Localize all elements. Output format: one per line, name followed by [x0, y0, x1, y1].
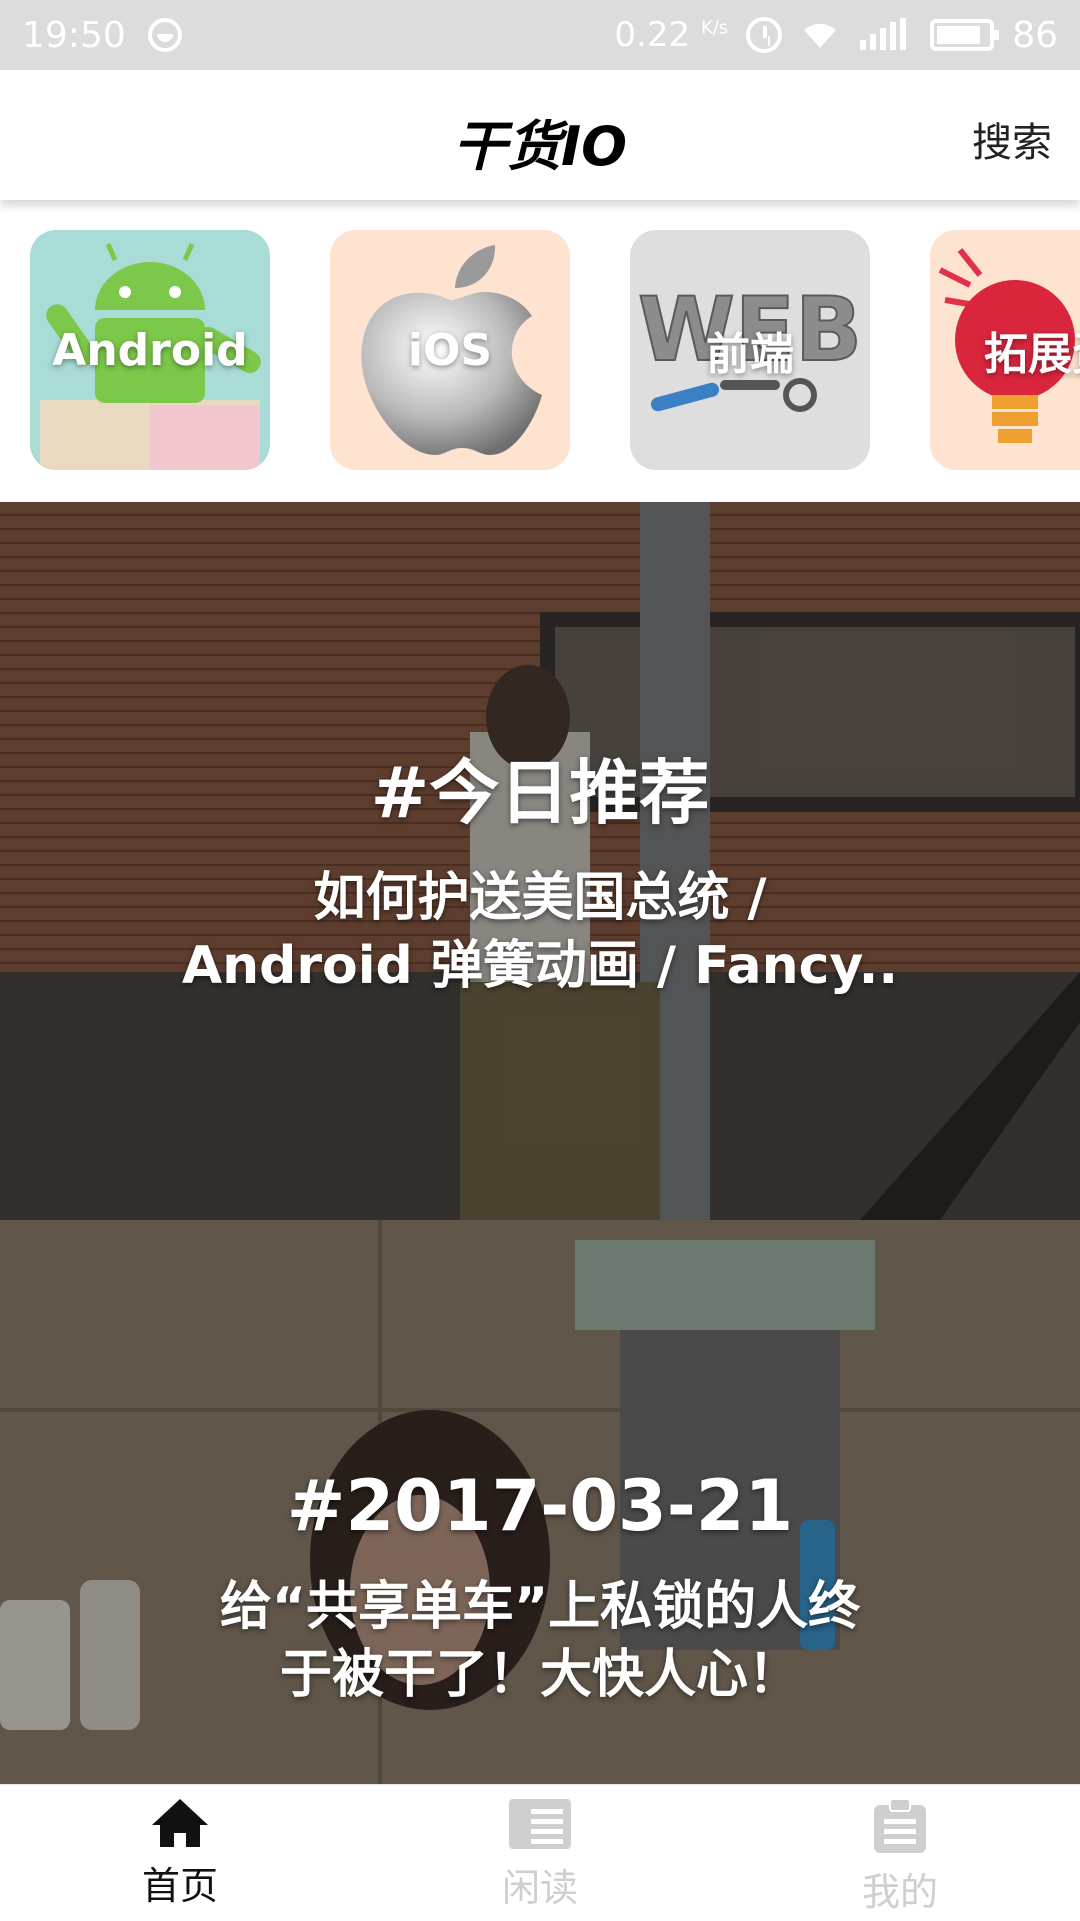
card-desc-line: 给“共享单车”上私锁的人终: [219, 1577, 861, 1637]
category-android[interactable]: Android: [30, 230, 270, 470]
app-header: 干货IO 搜索: [0, 70, 1080, 200]
bottom-navigation: 首页 闲读 我的: [0, 1784, 1080, 1921]
category-web[interactable]: WEB 前端: [630, 230, 870, 470]
tab-mine[interactable]: 我的: [720, 1785, 1080, 1921]
signal-icon: [858, 18, 912, 52]
card-desc-line: Android 弹簧动画 / Fancy..: [181, 936, 899, 996]
tab-label: 闲读: [501, 1866, 578, 1910]
tab-label: 我的: [861, 1870, 938, 1914]
feed-card-today[interactable]: #今日推荐 如何护送美国总统 / Android 弹簧动画 / Fancy..: [0, 502, 1080, 1220]
network-speed: 0.22 K/s: [614, 15, 729, 55]
battery-icon: [930, 19, 1000, 51]
home-icon: [152, 1799, 208, 1847]
category-extension[interactable]: 拓展资: [930, 230, 1080, 470]
battery-level: 86: [1012, 14, 1058, 56]
search-button[interactable]: 搜索: [972, 110, 1052, 168]
card-desc-line: 于被干了！大快人心！: [279, 1645, 800, 1705]
category-label: 前端: [706, 329, 794, 380]
category-label: Android: [52, 324, 248, 376]
app-title: 干货IO: [453, 115, 627, 178]
notification-icon: [147, 18, 182, 52]
clipboard-icon: [874, 1798, 926, 1853]
category-strip[interactable]: Android iOS WEB 前端 拓展: [0, 230, 1080, 470]
category-label: iOS: [407, 324, 493, 376]
card-tag: #今日推荐: [370, 752, 710, 834]
status-bar: 19:50 0.22 K/s 86: [0, 0, 1080, 70]
tab-home[interactable]: 首页: [0, 1785, 360, 1921]
category-ios[interactable]: iOS: [330, 230, 570, 470]
feed-card-date[interactable]: #2017-03-21 给“共享单车”上私锁的人终 于被干了！大快人心！: [0, 1220, 1080, 1784]
tab-label: 首页: [141, 1864, 218, 1908]
wifi-icon: [800, 18, 840, 52]
tab-reading[interactable]: 闲读: [360, 1785, 720, 1921]
card-desc-line: 如何护送美国总统 /: [313, 868, 767, 928]
category-label: 拓展资: [984, 329, 1080, 380]
book-icon: [509, 1799, 571, 1849]
card-tag: #2017-03-21: [286, 1465, 794, 1547]
status-time: 19:50: [22, 14, 126, 56]
alarm-icon: [746, 17, 783, 53]
